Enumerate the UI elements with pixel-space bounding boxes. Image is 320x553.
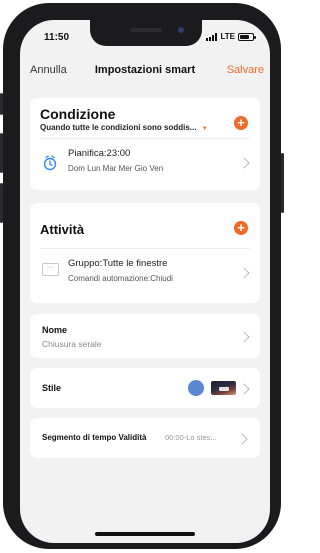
condition-title: Condizione (40, 106, 116, 122)
chevron-right-icon (236, 433, 248, 445)
front-camera (178, 27, 184, 33)
mute-switch (0, 93, 3, 115)
nav-bar: Impostazioni smart Annulla Salvare (20, 62, 270, 82)
style-row[interactable]: Stile (30, 368, 260, 408)
condition-mode-select[interactable]: Quando tutte le condizioni sono soddis..… (40, 123, 208, 132)
clock-icon (43, 155, 57, 171)
volume-up-button (0, 133, 3, 173)
activity-title: Attività (40, 222, 85, 237)
phone-frame: 11:50 LTE Impostazioni smart Annulla Sal… (0, 3, 284, 549)
screen: 11:50 LTE Impostazioni smart Annulla Sal… (20, 20, 270, 543)
condition-mode-label: Quando tutte le condizioni sono soddis..… (40, 123, 197, 132)
group-title: Gruppo:Tutte le finestre (68, 258, 168, 269)
home-indicator (95, 532, 195, 536)
notch (90, 20, 202, 46)
style-thumbnail (211, 381, 236, 395)
network-label: LTE (220, 32, 235, 41)
validity-label: Segmento di tempo Validità (42, 433, 147, 442)
group-command: Comandi automazione:Chiudi (68, 274, 173, 283)
condition-card: Condizione Quando tutte le condizioni so… (30, 98, 260, 190)
save-button[interactable]: Salvare (227, 64, 264, 76)
group-row[interactable]: ··· Gruppo:Tutte le finestre Comandi aut… (30, 249, 260, 299)
window-group-icon: ··· (42, 263, 59, 276)
battery-icon (238, 32, 256, 41)
signal-icon (206, 32, 218, 41)
name-row[interactable]: Nome Chiusura serale (30, 314, 260, 358)
validity-value: 00:00-Lo stes... (165, 433, 217, 442)
volume-down-button (0, 183, 3, 223)
status-indicators: LTE (206, 32, 256, 41)
schedule-title: Pianifica:23:00 (68, 148, 131, 159)
name-label: Nome (42, 325, 68, 335)
chevron-right-icon (238, 383, 250, 395)
validity-row[interactable]: Segmento di tempo Validità 00:00-Lo stes… (30, 418, 260, 458)
schedule-row[interactable]: Pianifica:23:00 Dom Lun Mar Mer Gio Ven (30, 139, 260, 189)
chevron-right-icon (238, 267, 250, 279)
power-button (281, 153, 284, 213)
add-condition-button[interactable]: + (234, 116, 248, 130)
cancel-button[interactable]: Annulla (30, 64, 67, 76)
speaker (130, 28, 162, 32)
style-color-swatch (188, 380, 204, 396)
name-value: Chiusura serale (42, 339, 102, 349)
status-time: 11:50 (44, 32, 70, 43)
dropdown-arrow-icon: ▼ (201, 126, 208, 132)
chevron-right-icon (238, 331, 250, 343)
chevron-right-icon (238, 157, 250, 169)
style-label: Stile (42, 383, 62, 393)
activity-card: Attività + ··· Gruppo:Tutte le finestre … (30, 203, 260, 303)
schedule-days: Dom Lun Mar Mer Gio Ven (68, 164, 164, 173)
add-activity-button[interactable]: + (234, 221, 248, 235)
